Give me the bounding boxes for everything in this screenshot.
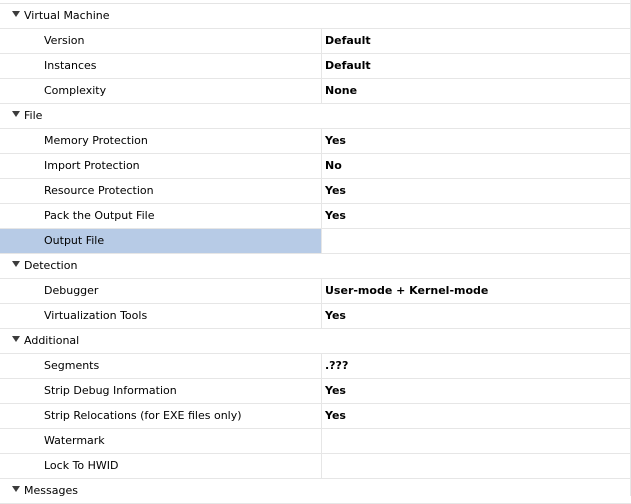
property-name-cell[interactable]: Resource Protection xyxy=(0,179,322,203)
category-label: Additional xyxy=(24,334,80,347)
property-row-debugger[interactable]: Debugger User-mode + Kernel-mode xyxy=(0,279,631,304)
property-name: Strip Debug Information xyxy=(44,384,177,397)
property-value: Yes xyxy=(325,409,346,422)
expand-collapse-icon[interactable] xyxy=(12,486,20,492)
property-value-cell[interactable]: Yes xyxy=(322,129,631,153)
category-label: File xyxy=(24,109,43,122)
property-row-resource-protection[interactable]: Resource Protection Yes xyxy=(0,179,631,204)
property-value: Yes xyxy=(325,134,346,147)
property-value-cell[interactable]: Default xyxy=(322,29,631,53)
property-value: Yes xyxy=(325,209,346,222)
property-name-cell[interactable]: Lock To HWID xyxy=(0,454,322,478)
property-name-cell[interactable]: Import Protection xyxy=(0,154,322,178)
property-value: Yes xyxy=(325,384,346,397)
expand-collapse-icon[interactable] xyxy=(12,111,20,117)
property-name: Pack the Output File xyxy=(44,209,155,222)
property-name: Complexity xyxy=(44,84,107,97)
property-row-instances[interactable]: Instances Default xyxy=(0,54,631,79)
property-value-cell[interactable] xyxy=(322,454,631,478)
property-value-cell[interactable] xyxy=(322,229,631,253)
property-row-memory-protection[interactable]: Memory Protection Yes xyxy=(0,129,631,154)
property-name: Segments xyxy=(44,359,100,372)
property-name-cell[interactable]: Memory Protection xyxy=(0,129,322,153)
property-row-virtualization-tools[interactable]: Virtualization Tools Yes xyxy=(0,304,631,329)
expand-collapse-icon[interactable] xyxy=(12,261,20,267)
property-name-cell[interactable]: Debugger xyxy=(0,279,322,303)
property-name-cell[interactable]: Output File xyxy=(0,229,322,253)
property-value-cell[interactable]: None xyxy=(322,79,631,103)
property-value: Default xyxy=(325,34,371,47)
property-row-complexity[interactable]: Complexity None xyxy=(0,79,631,104)
property-name-cell[interactable]: Virtualization Tools xyxy=(0,304,322,328)
expand-collapse-icon[interactable] xyxy=(12,336,20,342)
property-name-cell[interactable]: Strip Relocations (for EXE files only) xyxy=(0,404,322,428)
property-value-cell[interactable]: Yes xyxy=(322,404,631,428)
property-row-watermark[interactable]: Watermark xyxy=(0,429,631,454)
property-value-cell[interactable]: No xyxy=(322,154,631,178)
property-value: None xyxy=(325,84,358,97)
property-row-version[interactable]: Version Default xyxy=(0,29,631,54)
property-value-cell[interactable]: Yes xyxy=(322,304,631,328)
property-value-cell[interactable] xyxy=(322,429,631,453)
property-row-pack-output-file[interactable]: Pack the Output File Yes xyxy=(0,204,631,229)
property-grid: Virtual Machine Version Default Instance… xyxy=(0,4,631,504)
property-row-strip-relocations[interactable]: Strip Relocations (for EXE files only) Y… xyxy=(0,404,631,429)
property-value-cell[interactable]: Default xyxy=(322,54,631,78)
property-name: Strip Relocations (for EXE files only) xyxy=(44,409,242,422)
property-row-lock-to-hwid[interactable]: Lock To HWID xyxy=(0,454,631,479)
property-value-cell[interactable]: Yes xyxy=(322,379,631,403)
property-row-import-protection[interactable]: Import Protection No xyxy=(0,154,631,179)
property-name: Version xyxy=(44,34,85,47)
property-name-cell[interactable]: Segments xyxy=(0,354,322,378)
property-name: Lock To HWID xyxy=(44,459,119,472)
property-name-cell[interactable]: Complexity xyxy=(0,79,322,103)
category-label: Virtual Machine xyxy=(24,9,110,22)
property-row-strip-debug-information[interactable]: Strip Debug Information Yes xyxy=(0,379,631,404)
property-name-cell[interactable]: Pack the Output File xyxy=(0,204,322,228)
category-label: Messages xyxy=(24,484,78,497)
property-value: Yes xyxy=(325,184,346,197)
property-name: Watermark xyxy=(44,434,105,447)
property-name-cell[interactable]: Strip Debug Information xyxy=(0,379,322,403)
property-value: Default xyxy=(325,59,371,72)
category-file[interactable]: File xyxy=(0,104,631,129)
property-name-cell[interactable]: Instances xyxy=(0,54,322,78)
category-additional[interactable]: Additional xyxy=(0,329,631,354)
property-value-cell[interactable]: User-mode + Kernel-mode xyxy=(322,279,631,303)
property-row-output-file[interactable]: Output File xyxy=(0,229,631,254)
category-label: Detection xyxy=(24,259,78,272)
property-name-cell[interactable]: Version xyxy=(0,29,322,53)
property-value-cell[interactable]: Yes xyxy=(322,179,631,203)
property-value: User-mode + Kernel-mode xyxy=(325,284,489,297)
property-value-cell[interactable]: Yes xyxy=(322,204,631,228)
category-messages[interactable]: Messages xyxy=(0,479,631,504)
property-grid-window: { "categories": [ { "label": "Virtual Ma… xyxy=(0,0,631,504)
property-row-segments[interactable]: Segments .??? xyxy=(0,354,631,379)
category-detection[interactable]: Detection xyxy=(0,254,631,279)
property-name: Memory Protection xyxy=(44,134,148,147)
property-name: Output File xyxy=(44,234,105,247)
property-name-cell[interactable]: Watermark xyxy=(0,429,322,453)
property-name: Resource Protection xyxy=(44,184,154,197)
property-name: Instances xyxy=(44,59,97,72)
property-name: Debugger xyxy=(44,284,99,297)
property-value: .??? xyxy=(325,359,349,372)
expand-collapse-icon[interactable] xyxy=(12,11,20,17)
property-value: Yes xyxy=(325,309,346,322)
category-virtual-machine[interactable]: Virtual Machine xyxy=(0,4,631,29)
property-value-cell[interactable]: .??? xyxy=(322,354,631,378)
property-name: Virtualization Tools xyxy=(44,309,148,322)
property-value: No xyxy=(325,159,342,172)
property-name: Import Protection xyxy=(44,159,140,172)
